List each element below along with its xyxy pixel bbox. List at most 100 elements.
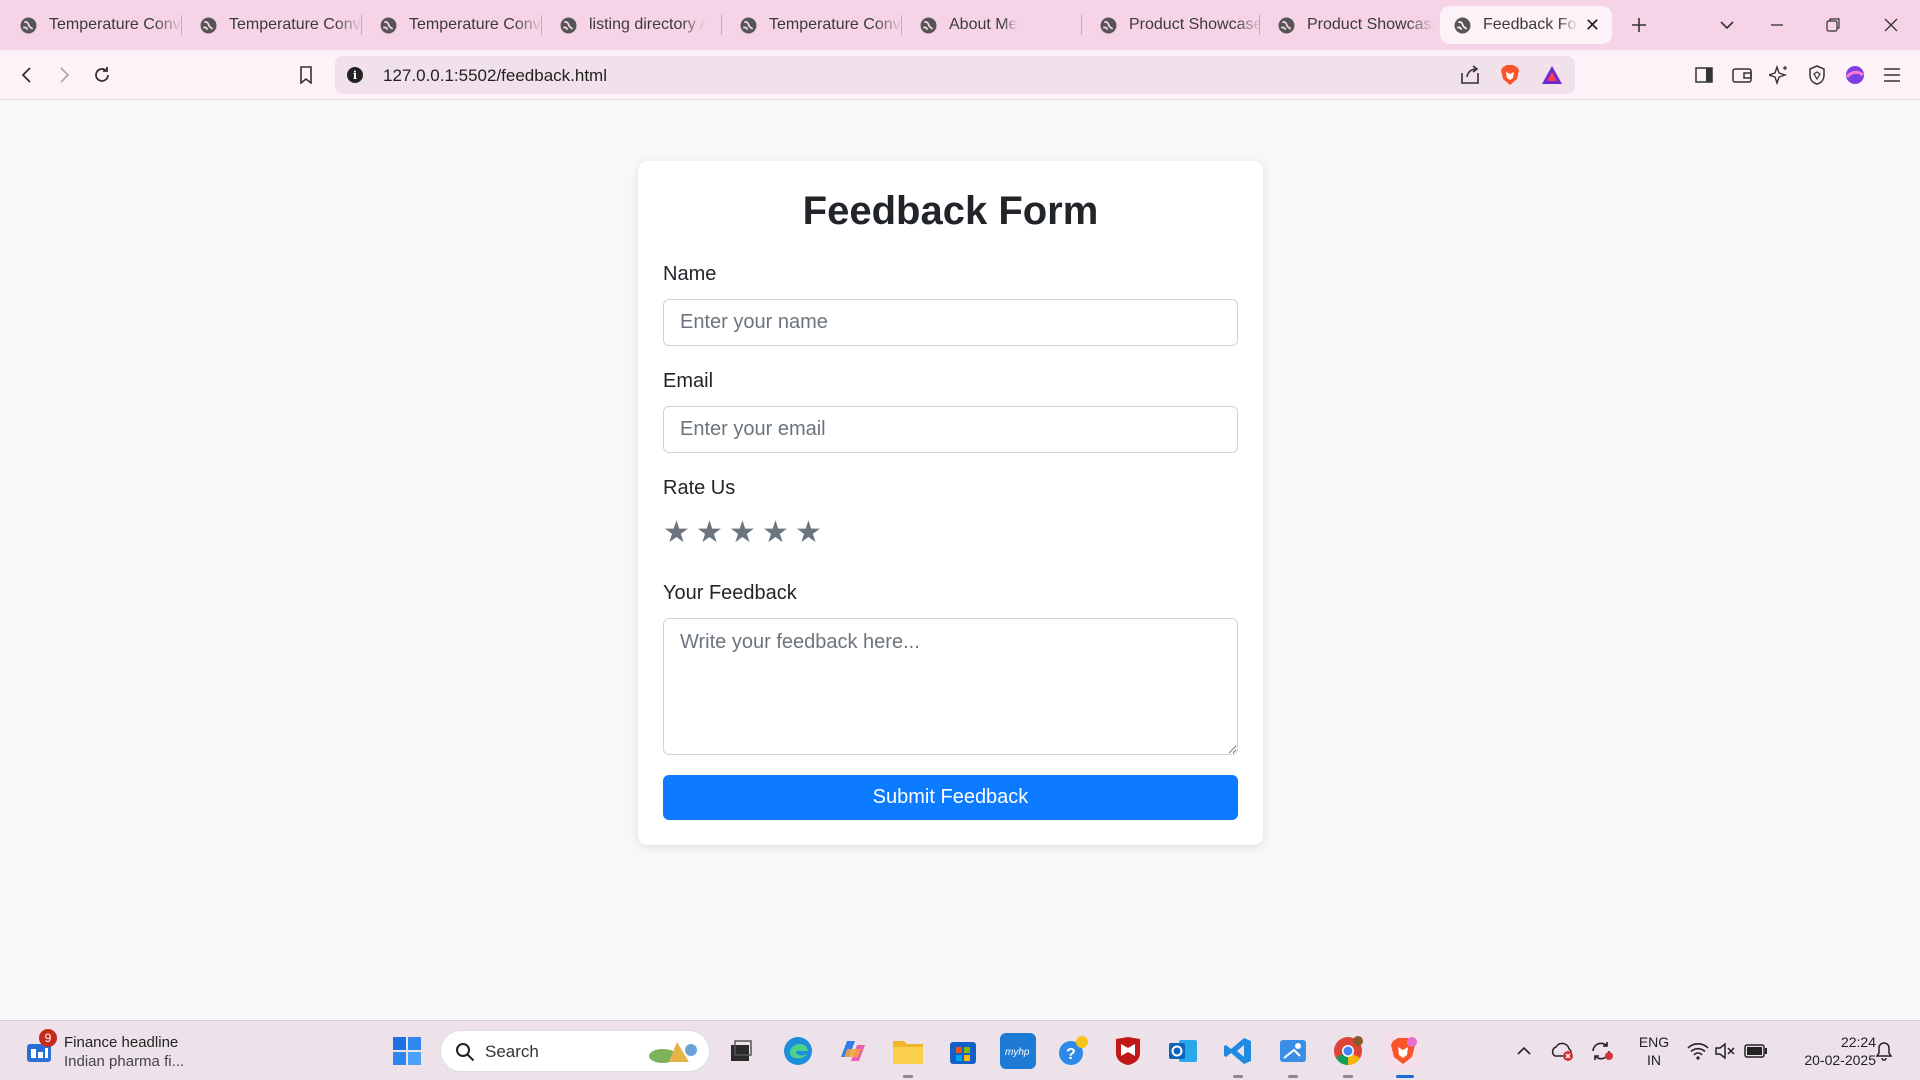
outlook-icon <box>1169 1040 1197 1062</box>
svg-text:?: ? <box>1066 1046 1076 1063</box>
sidebar-button[interactable] <box>1689 60 1719 90</box>
new-tab-button[interactable] <box>1624 10 1654 40</box>
myhp-icon: myhp <box>1005 1047 1030 1058</box>
news-subtitle: Indian pharma fi... <box>64 1053 185 1070</box>
feedback-form-card: Feedback Form Name Email Rate Us ★ ★ ★ ★… <box>638 161 1263 845</box>
taskbar-search[interactable]: Search <box>440 1030 710 1072</box>
edge-app[interactable] <box>780 1033 816 1069</box>
myhp-app[interactable]: myhp <box>1000 1033 1036 1069</box>
minimize-button[interactable] <box>1762 10 1792 40</box>
battery-tray[interactable] <box>1738 1033 1774 1069</box>
name-input[interactable] <box>663 299 1238 346</box>
tab-listing-directory[interactable]: listing directory / <box>546 6 722 44</box>
mcafee-app[interactable] <box>1110 1033 1146 1069</box>
profile-button[interactable] <box>1840 60 1870 90</box>
sync-tray[interactable] <box>1584 1033 1620 1069</box>
star-1-icon[interactable]: ★ <box>663 518 696 548</box>
tab-separator <box>721 15 722 35</box>
svg-text:myhp: myhp <box>1005 1047 1030 1058</box>
tab-label: Product Showcase <box>1307 16 1434 33</box>
vscode-app[interactable] <box>1220 1033 1256 1069</box>
tab-temperature-converter-2[interactable]: Temperature Converter <box>186 6 362 44</box>
language-indicator[interactable]: ENG IN <box>1634 1033 1674 1069</box>
tab-temperature-converter-1[interactable]: Temperature Converter <box>6 6 182 44</box>
sync-icon <box>1592 1042 1613 1060</box>
feedback-textarea[interactable] <box>663 618 1238 755</box>
onedrive-tray[interactable] <box>1544 1033 1580 1069</box>
task-view-button[interactable] <box>723 1033 759 1069</box>
tab-feedback-form[interactable]: Feedback Form ✕ <box>1440 6 1612 44</box>
tab-product-showcase-2[interactable]: Product Showcase <box>1264 6 1434 44</box>
close-tab-icon[interactable]: ✕ <box>1585 15 1600 36</box>
vpn-button[interactable] <box>1802 60 1832 90</box>
star-2-icon[interactable]: ★ <box>696 518 729 548</box>
cloud-error-icon <box>1551 1042 1573 1061</box>
tab-label: Temperature Converter <box>769 16 902 33</box>
forward-button[interactable] <box>49 60 79 90</box>
restore-button[interactable] <box>1818 10 1848 40</box>
globe-icon <box>1278 17 1295 33</box>
notifications-button[interactable] <box>1866 1033 1902 1069</box>
store-icon <box>950 1042 976 1064</box>
vscode-icon <box>1224 1038 1251 1064</box>
leo-ai-button[interactable] <box>1764 60 1794 90</box>
chrome-app[interactable] <box>1330 1033 1366 1069</box>
tab-about-me[interactable]: About Me <box>906 6 1082 44</box>
share-icon[interactable] <box>1459 65 1481 85</box>
file-explorer-app[interactable] <box>890 1033 926 1069</box>
edge-icon <box>784 1037 812 1065</box>
brave-app[interactable] <box>1385 1033 1421 1069</box>
close-window-button[interactable] <box>1876 10 1906 40</box>
star-4-icon[interactable]: ★ <box>762 518 795 548</box>
email-input[interactable] <box>663 406 1238 453</box>
tab-separator <box>541 15 542 35</box>
address-bar[interactable]: i 127.0.0.1:5502/feedback.html <box>335 56 1575 94</box>
sparkle-icon <box>1769 65 1788 85</box>
reload-button[interactable] <box>87 60 117 90</box>
profile-avatar-icon <box>1845 66 1864 84</box>
store-app[interactable] <box>945 1033 981 1069</box>
tab-temperature-converter-3[interactable]: Temperature Converter <box>366 6 542 44</box>
wallet-button[interactable] <box>1727 60 1757 90</box>
running-indicator <box>1233 1075 1243 1078</box>
tab-separator <box>181 15 182 35</box>
star-3-icon[interactable]: ★ <box>729 518 762 548</box>
help-app[interactable]: ? <box>1055 1033 1091 1069</box>
tab-label: listing directory / <box>589 16 705 33</box>
star-5-icon[interactable]: ★ <box>795 518 828 548</box>
globe-icon <box>1454 17 1471 33</box>
hamburger-menu-icon <box>1884 68 1900 82</box>
clock[interactable]: 22:24 20-02-2025 <box>1780 1033 1876 1069</box>
show-hidden-icons-button[interactable] <box>1506 1033 1542 1069</box>
paint-app[interactable] <box>1275 1033 1311 1069</box>
submit-feedback-button[interactable]: Submit Feedback <box>663 775 1238 820</box>
tab-label: About Me <box>949 16 1018 33</box>
globe-icon <box>560 17 577 33</box>
bookmark-button[interactable] <box>291 60 321 90</box>
globe-icon <box>20 17 37 33</box>
brave-rewards-icon[interactable] <box>1541 65 1563 85</box>
clock-date: 20-02-2025 <box>1804 1052 1876 1068</box>
news-widget[interactable]: 9 Finance headline Indian pharma fi... <box>22 1029 222 1075</box>
back-button[interactable] <box>12 60 42 90</box>
copilot-app[interactable] <box>835 1033 871 1069</box>
tab-product-showcase-1[interactable]: Product Showcase <box>1086 6 1262 44</box>
menu-button[interactable] <box>1877 60 1907 90</box>
tab-temperature-converter-4[interactable]: Temperature Converter <box>726 6 902 44</box>
copilot-icon <box>841 1041 865 1061</box>
tab-label: Temperature Converter <box>49 16 182 33</box>
outlook-app[interactable] <box>1165 1033 1201 1069</box>
chevron-up-icon <box>1517 1046 1531 1055</box>
close-icon <box>1884 18 1898 32</box>
help-icon: ? <box>1059 1036 1088 1065</box>
task-view-icon <box>731 1040 752 1061</box>
site-info-icon[interactable]: i <box>347 67 363 83</box>
news-badge: 9 <box>39 1029 57 1047</box>
brave-shields-icon[interactable] <box>1499 64 1521 86</box>
tab-strip: Temperature Converter Temperature Conver… <box>0 0 1920 50</box>
start-button[interactable] <box>389 1033 425 1069</box>
star-rating: ★ ★ ★ ★ ★ <box>663 518 828 548</box>
reload-icon <box>95 67 109 82</box>
tab-search-button[interactable] <box>1712 10 1742 40</box>
sidebar-icon <box>1695 67 1713 83</box>
